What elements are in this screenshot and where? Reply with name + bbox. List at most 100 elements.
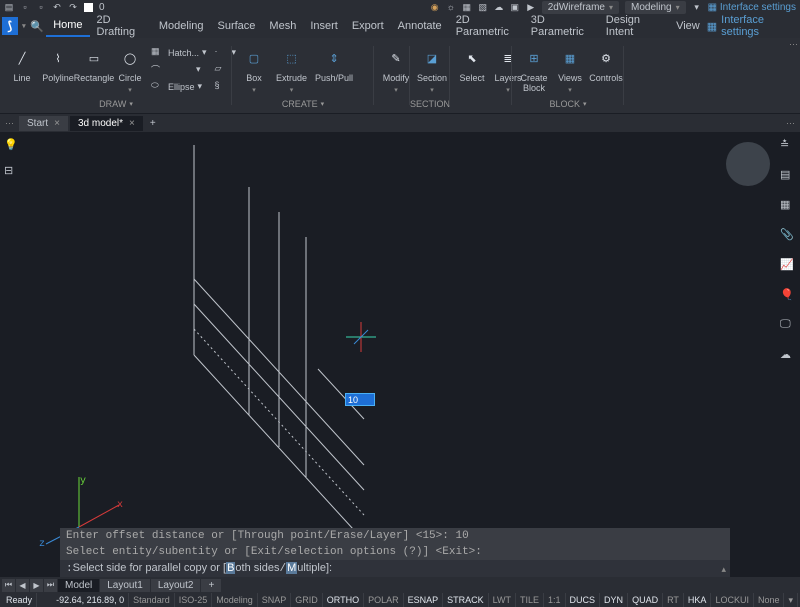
status-none[interactable]: None	[754, 593, 785, 607]
close-icon[interactable]: ×	[54, 118, 60, 129]
grid-panel-icon[interactable]: ▦	[780, 198, 796, 214]
tool-select[interactable]: ⬉Select	[454, 42, 490, 86]
layers-panel-icon[interactable]: ▤	[780, 168, 796, 184]
cmd-prompt: :Select side for parallel copy or [Both …	[60, 560, 730, 577]
workspace[interactable]: 💡 ⊟ ≛ ▤ ▦ 📎 📈 🎈 🖵 ☁ y x z 10	[0, 132, 800, 577]
app-menu-icon[interactable]: ▤	[4, 2, 14, 12]
last-tab-btn[interactable]: ⏭	[44, 579, 57, 592]
drawing-canvas[interactable]	[24, 132, 776, 577]
save-icon[interactable]: ▫	[20, 2, 30, 12]
help-icon[interactable]: ▾	[692, 2, 702, 12]
tabs-handle[interactable]: ⋯	[2, 118, 17, 129]
tab-3dmodel[interactable]: 3d model*×	[70, 116, 143, 131]
layout1-tab[interactable]: Layout1	[100, 579, 150, 592]
tool-line[interactable]: ╱Line	[4, 42, 40, 86]
toggle-rt[interactable]: RT	[663, 593, 684, 607]
tool-hatch[interactable]: ▦Hatch...▾	[148, 44, 210, 61]
tool-controls[interactable]: ⚙Controls	[588, 42, 624, 86]
tool-polyline[interactable]: ⌇Polyline	[40, 42, 76, 86]
tab-surface[interactable]: Surface	[211, 16, 263, 36]
tool-section[interactable]: ◪Section▾	[414, 42, 450, 96]
toggle-snap[interactable]: SNAP	[258, 593, 292, 607]
first-tab-btn[interactable]: ⏮	[2, 579, 15, 592]
tab-export[interactable]: Export	[345, 16, 391, 36]
toggle-strack[interactable]: STRACK	[443, 593, 489, 607]
next-tab-btn[interactable]: ▶	[30, 579, 43, 592]
extrude-icon: ⬚	[278, 44, 306, 72]
app-icon[interactable]: ⟆	[2, 17, 18, 35]
dynamic-input[interactable]: 10	[345, 393, 375, 406]
status-coords: -92.64, 216.89, 0	[52, 593, 129, 607]
tab-add[interactable]: +	[145, 116, 161, 131]
toggle-ducs[interactable]: DUCS	[566, 593, 601, 607]
status-standard[interactable]: Standard	[129, 593, 175, 607]
balloon-icon[interactable]: 🎈	[780, 288, 796, 304]
point-icon: ·	[215, 46, 229, 60]
screen-icon[interactable]: 🖵	[780, 318, 796, 334]
cloud-icon[interactable]: ☁	[780, 348, 796, 364]
status-ratio[interactable]: 1:1	[544, 593, 566, 607]
tab-insert[interactable]: Insert	[303, 16, 345, 36]
iface-settings-top[interactable]: ▦ Interface settings	[708, 2, 796, 13]
tool-createblock[interactable]: ⊞Create Block	[516, 42, 552, 96]
rectangle-icon: ▭	[80, 44, 108, 72]
tool-circle[interactable]: ◯Circle▾	[112, 42, 148, 96]
toggle-lockui[interactable]: LOCKUI	[711, 593, 754, 607]
tab-mesh[interactable]: Mesh	[262, 16, 303, 36]
add-layout-tab[interactable]: +	[201, 579, 221, 592]
tool-views[interactable]: ▦Views▾	[552, 42, 588, 96]
tab-start[interactable]: Start×	[19, 116, 68, 131]
bulb-icon[interactable]: 💡	[4, 138, 20, 154]
tab-annotate[interactable]: Annotate	[391, 16, 449, 36]
render-icon[interactable]: ◉	[430, 2, 440, 12]
status-ready: Ready	[2, 593, 37, 607]
search-icon[interactable]: 🔍	[30, 18, 44, 34]
toggle-grid[interactable]: GRID	[291, 593, 323, 607]
layout2-tab[interactable]: Layout2	[151, 579, 201, 592]
tool-arc[interactable]: ⌒▾	[148, 61, 210, 78]
circle-icon: ◯	[116, 44, 144, 72]
tab-home[interactable]: Home	[46, 15, 89, 37]
ribbon-handle[interactable]: ⋯	[789, 39, 798, 50]
toggle-dyn[interactable]: DYN	[600, 593, 628, 607]
views-icon: ▦	[556, 44, 584, 72]
toggle-hka[interactable]: HKA	[684, 593, 712, 607]
tab-modeling[interactable]: Modeling	[152, 16, 211, 36]
controls-icon: ⚙	[592, 44, 620, 72]
tool-extrude[interactable]: ⬚Extrude▾	[272, 42, 311, 96]
structure-icon[interactable]: ⊟	[4, 164, 20, 180]
sliders-icon[interactable]: ≛	[780, 138, 796, 154]
tool-ellipse[interactable]: ⬭Ellipse▾	[148, 78, 210, 95]
open-icon[interactable]: ▫	[36, 2, 46, 12]
chart-icon[interactable]: 📈	[780, 258, 796, 274]
tab-view[interactable]: View	[669, 16, 707, 36]
scroll-up-icon[interactable]: ▴	[721, 564, 726, 575]
tool-modify[interactable]: ✎Modify▾	[378, 42, 414, 96]
close-icon[interactable]: ×	[129, 118, 135, 129]
status-iso[interactable]: ISO-25	[175, 593, 213, 607]
tool-rectangle[interactable]: ▭Rectangle	[76, 42, 112, 86]
redo-icon[interactable]: ↷	[68, 2, 78, 12]
tool-box[interactable]: ▢Box▾	[236, 42, 272, 96]
status-modeling[interactable]: Modeling	[212, 593, 258, 607]
status-dropdown-icon[interactable]: ▾	[784, 593, 798, 607]
toggle-lwt[interactable]: LWT	[489, 593, 516, 607]
hatch-icon: ▦	[151, 46, 165, 60]
statusbar: Ready -92.64, 216.89, 0 Standard ISO-25 …	[0, 593, 800, 607]
attach-icon[interactable]: 📎	[780, 228, 796, 244]
toggle-esnap[interactable]: ESNAP	[404, 593, 444, 607]
modify-icon: ✎	[382, 44, 410, 72]
select-icon: ⬉	[458, 44, 486, 72]
toggle-tile[interactable]: TILE	[516, 593, 544, 607]
toggle-quad[interactable]: QUAD	[628, 593, 663, 607]
toggle-polar[interactable]: POLAR	[364, 593, 404, 607]
polyline-icon: ⌇	[44, 44, 72, 72]
toggle-ortho[interactable]: ORTHO	[323, 593, 364, 607]
tabs-handle-right[interactable]: ⋯	[783, 118, 798, 129]
undo-icon[interactable]: ↶	[52, 2, 62, 12]
commandline[interactable]: Enter offset distance or [Through point/…	[60, 528, 730, 577]
prev-tab-btn[interactable]: ◀	[16, 579, 29, 592]
tool-pushpull[interactable]: ⇕Push/Pull	[311, 42, 357, 86]
iface-settings-link[interactable]: ▦ Interface settings	[707, 14, 792, 38]
model-tab[interactable]: Model	[58, 579, 99, 592]
